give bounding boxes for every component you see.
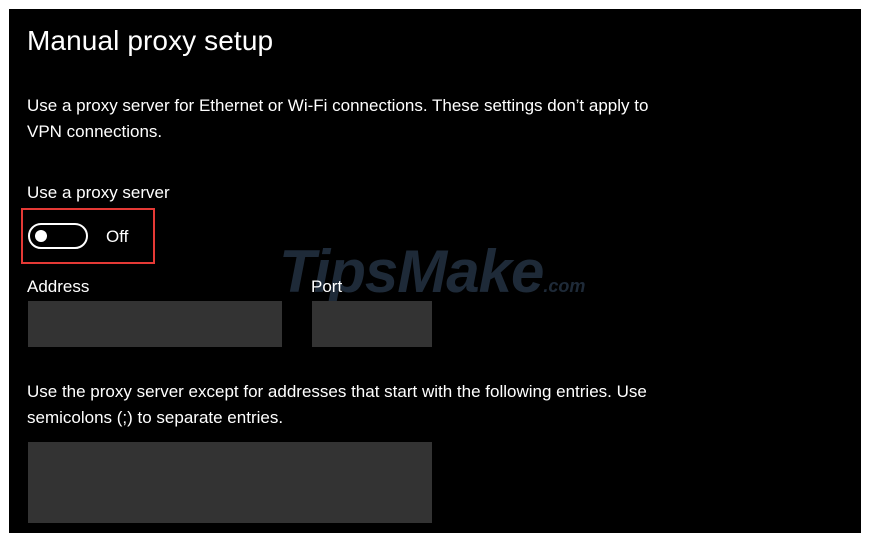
- exceptions-description: Use the proxy server except for addresse…: [27, 382, 647, 427]
- address-label: Address: [27, 277, 90, 296]
- port-label: Port: [311, 277, 343, 296]
- toggle-state-label: Off: [106, 227, 129, 246]
- proxy-description: Use a proxy server for Ethernet or Wi-Fi…: [27, 96, 649, 141]
- use-proxy-toggle[interactable]: [28, 223, 88, 249]
- use-proxy-label: Use a proxy server: [27, 183, 170, 202]
- exceptions-input[interactable]: [28, 442, 432, 523]
- address-input[interactable]: [28, 301, 282, 347]
- port-input[interactable]: [312, 301, 432, 347]
- proxy-settings-panel: Manual proxy setup Use a proxy server fo…: [9, 9, 861, 533]
- watermark-suffix: .com: [543, 276, 586, 296]
- toggle-knob: [35, 230, 47, 242]
- page-title: Manual proxy setup: [27, 25, 274, 56]
